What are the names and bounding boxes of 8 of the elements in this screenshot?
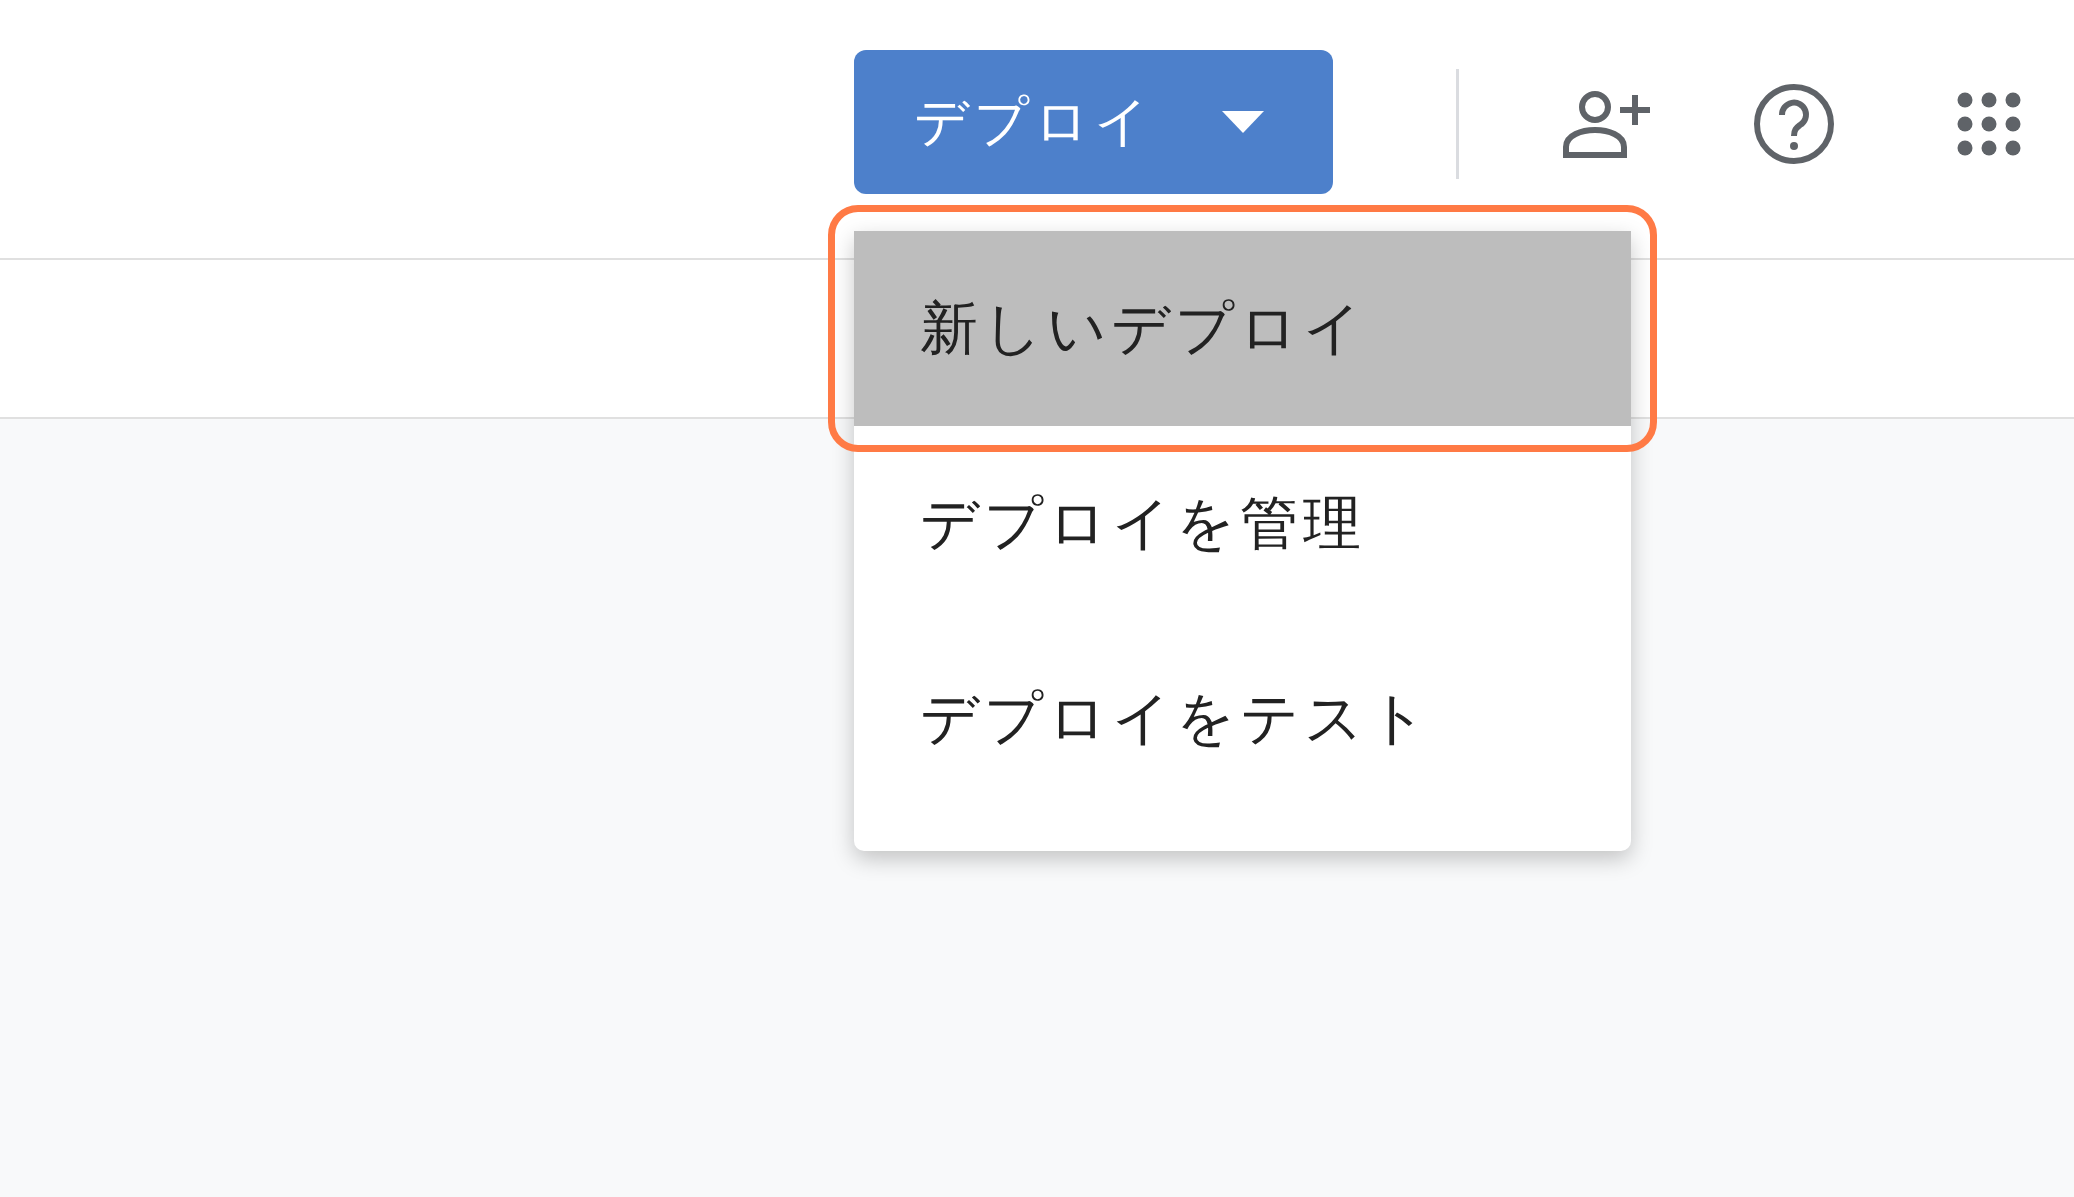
caret-icon: [1222, 111, 1264, 133]
apps-grid-icon[interactable]: [1957, 92, 2021, 156]
add-person-icon[interactable]: [1561, 89, 1651, 159]
help-icon[interactable]: [1753, 83, 1835, 165]
menu-item[interactable]: デプロイを管理: [854, 426, 1631, 621]
menu-item[interactable]: 新しいデプロイ: [854, 231, 1631, 426]
deploy-button[interactable]: デプロイ: [854, 50, 1333, 194]
menu-item[interactable]: デプロイをテスト: [854, 621, 1631, 816]
